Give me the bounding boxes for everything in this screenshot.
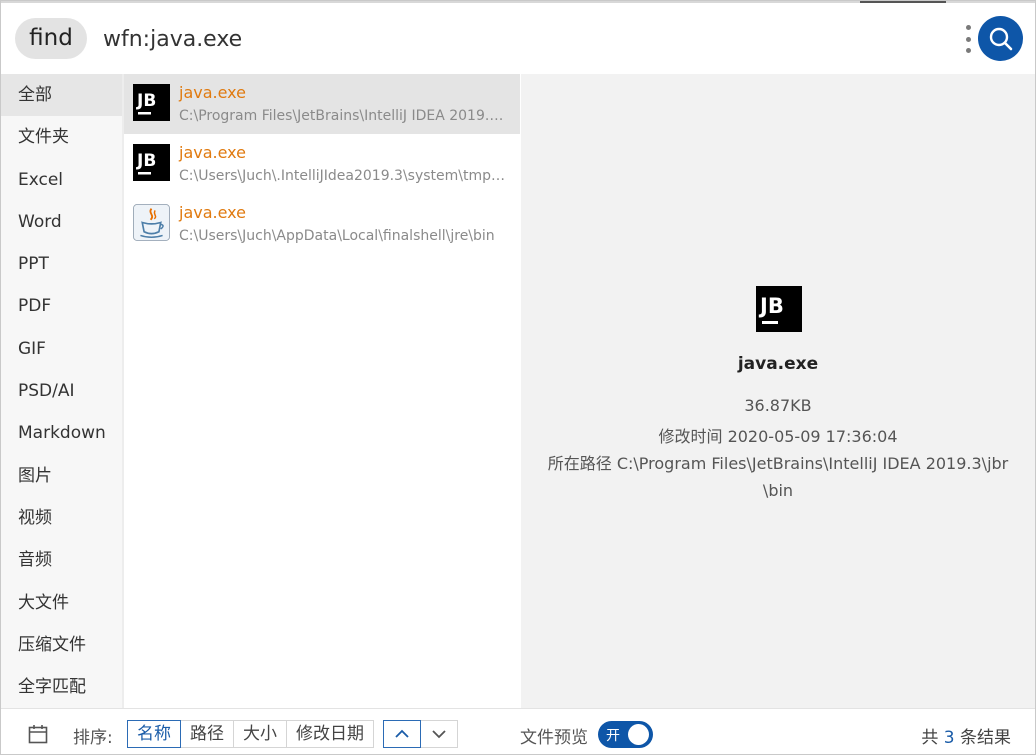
- result-count-suffix: 条结果: [960, 728, 1011, 748]
- svg-text:JB: JB: [758, 294, 784, 318]
- preview-modified-time: 修改时间 2020-05-09 17:36:04: [658, 427, 898, 446]
- sort-order: [383, 720, 458, 748]
- result-path: C:\Users\Juch\.IntelliJIdea2019.3\system…: [179, 168, 509, 184]
- sidebar-item-images[interactable]: 图片: [1, 455, 122, 497]
- results-list: JB java.exe C:\Program Files\JetBrains\I…: [124, 74, 520, 708]
- result-name: java.exe: [179, 143, 246, 162]
- chevron-down-icon: [432, 730, 446, 739]
- chevron-up-icon: [395, 729, 409, 738]
- search-header: find: [1, 3, 1035, 74]
- jetbrains-icon: JB: [133, 84, 170, 121]
- sidebar-item-archives[interactable]: 压缩文件: [1, 624, 122, 666]
- preview-file-path: 所在路径 C:\Program Files\JetBrains\IntelliJ…: [547, 454, 1009, 500]
- sidebar-item-gif[interactable]: GIF: [1, 328, 122, 370]
- list-item[interactable]: java.exe C:\Users\Juch\AppData\Local\fin…: [124, 194, 520, 254]
- result-path: C:\Users\Juch\AppData\Local\finalshell\j…: [179, 228, 495, 244]
- sidebar-item-excel[interactable]: Excel: [1, 159, 122, 201]
- file-preview-toggle[interactable]: 开: [598, 721, 653, 748]
- svg-text:JB: JB: [136, 151, 156, 171]
- app-window: find 全部 文件夹 Excel Word PPT PDF GIF PSD/A…: [0, 0, 1036, 755]
- sidebar-item-pdf[interactable]: PDF: [1, 285, 122, 327]
- result-name: java.exe: [179, 203, 246, 222]
- sort-by-path-button[interactable]: 路径: [181, 720, 234, 748]
- svg-text:JB: JB: [136, 91, 156, 111]
- result-count-prefix: 共: [921, 728, 939, 748]
- search-input[interactable]: [103, 23, 923, 55]
- sort-label: 排序:: [73, 728, 113, 748]
- sidebar-item-folder[interactable]: 文件夹: [1, 116, 122, 158]
- find-mode-button[interactable]: find: [15, 18, 87, 59]
- result-name: java.exe: [179, 83, 246, 102]
- sidebar-item-whole-word[interactable]: 全字匹配: [1, 666, 122, 708]
- result-count-number: 3: [943, 728, 955, 748]
- result-count: 共 3 条结果: [921, 723, 1011, 748]
- sort-options: 名称 路径 大小 修改日期: [127, 720, 374, 748]
- toggle-knob: [628, 724, 649, 745]
- sidebar-item-ppt[interactable]: PPT: [1, 243, 122, 285]
- list-item[interactable]: JB java.exe C:\Program Files\JetBrains\I…: [124, 74, 520, 134]
- sidebar-item-audio[interactable]: 音频: [1, 539, 122, 581]
- sort-ascending-button[interactable]: [383, 720, 421, 748]
- list-item[interactable]: JB java.exe C:\Users\Juch\.IntelliJIdea2…: [124, 134, 520, 194]
- sidebar-item-psd-ai[interactable]: PSD/AI: [1, 370, 122, 412]
- sidebar-item-all[interactable]: 全部: [1, 74, 122, 117]
- status-bar: 排序: 名称 路径 大小 修改日期 文件预览 开 共 3 条结果: [1, 708, 1035, 754]
- file-preview-label: 文件预览: [520, 728, 588, 748]
- sidebar-item-word[interactable]: Word: [1, 201, 122, 243]
- sidebar-item-videos[interactable]: 视频: [1, 497, 122, 539]
- preview-file-name: java.exe: [737, 354, 819, 374]
- jetbrains-icon: JB: [133, 144, 170, 181]
- toggle-state-text: 开: [606, 728, 620, 744]
- more-options-icon[interactable]: [961, 25, 975, 53]
- preview-panel: JB java.exe 36.87KB 修改时间 2020-05-09 17:3…: [521, 74, 1035, 708]
- search-button[interactable]: [978, 16, 1023, 61]
- preview-file-size: 36.87KB: [744, 396, 812, 415]
- calendar-icon[interactable]: [28, 724, 48, 744]
- sort-by-size-button[interactable]: 大小: [234, 720, 287, 748]
- sidebar-item-large-files[interactable]: 大文件: [1, 582, 122, 624]
- sort-descending-button[interactable]: [421, 720, 458, 748]
- jetbrains-icon: JB: [756, 286, 802, 332]
- category-sidebar: 全部 文件夹 Excel Word PPT PDF GIF PSD/AI Mar…: [1, 74, 122, 708]
- result-path: C:\Program Files\JetBrains\IntelliJ IDEA…: [179, 108, 509, 124]
- sidebar-item-markdown[interactable]: Markdown: [1, 412, 122, 454]
- sort-by-date-button[interactable]: 修改日期: [287, 720, 374, 748]
- java-cup-icon: [133, 204, 170, 241]
- search-icon: [989, 27, 1012, 50]
- sort-by-name-button[interactable]: 名称: [127, 720, 181, 748]
